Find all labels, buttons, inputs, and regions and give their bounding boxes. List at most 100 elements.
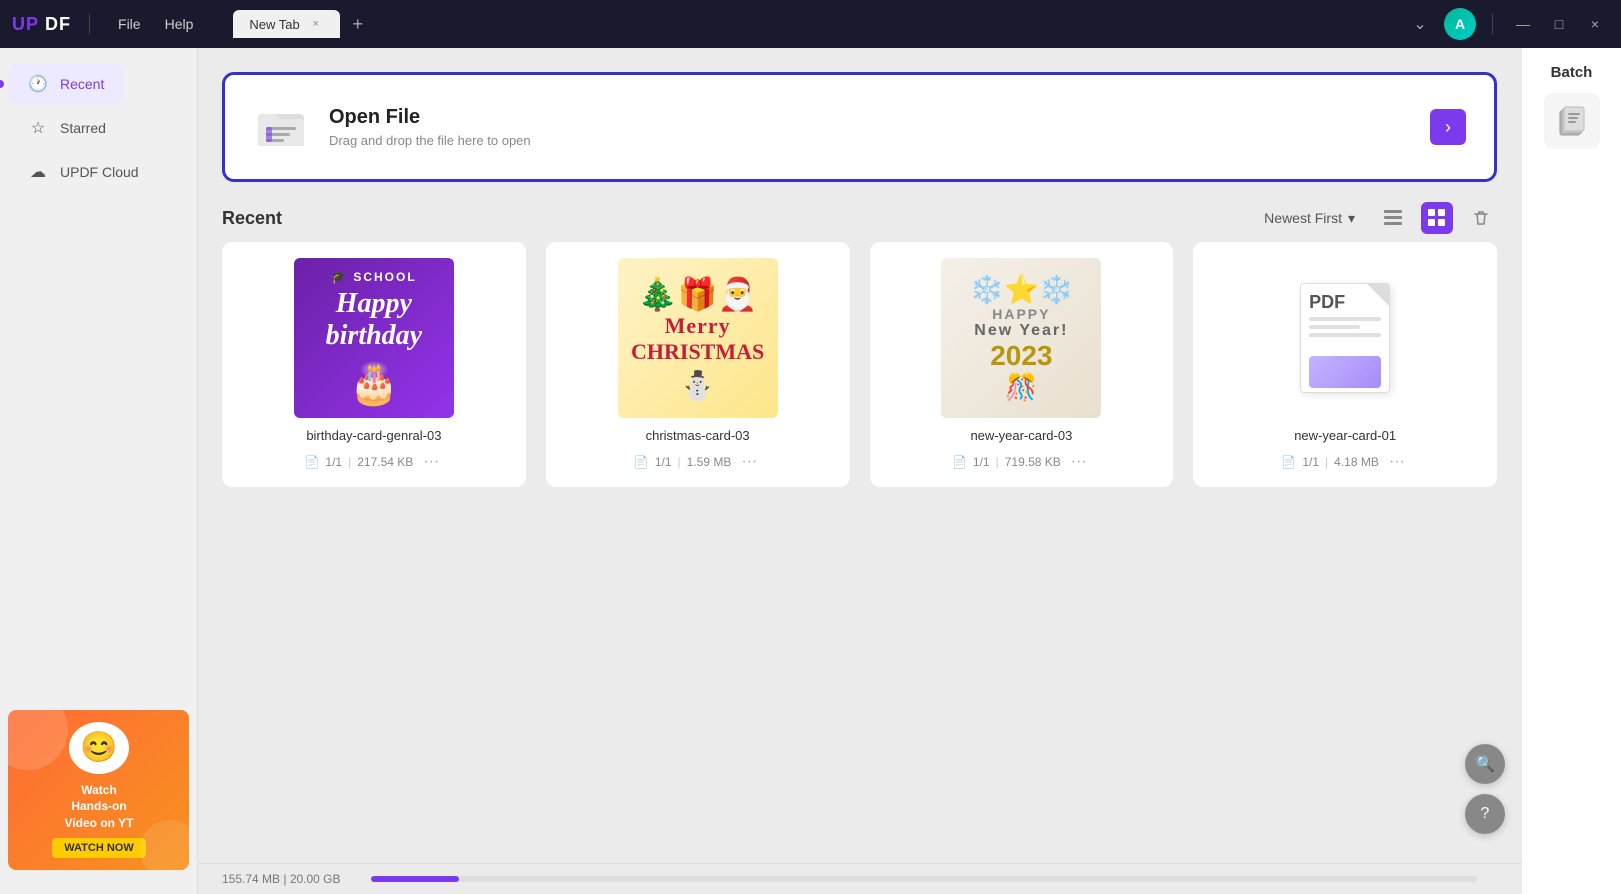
list-view-button[interactable] [1377,202,1409,234]
meta-divider: | [1325,455,1328,469]
file-more-birthday[interactable]: ··· [419,453,443,471]
ad-banner[interactable]: 😊 Watch Hands-on Video on YT WATCH NOW [8,710,189,870]
sidebar-item-recent[interactable]: 🕐 Recent [8,64,124,104]
tab-add-button[interactable]: + [344,10,372,38]
birthday-content: 🎓 SCHOOL Happy birthday 🎂 [294,270,454,407]
floating-buttons: 🔍 ? [1465,744,1505,834]
file-pages-birthday: 1/1 [325,455,342,469]
progress-fill [371,876,460,882]
storage-progress-bar [371,876,1477,882]
meta-divider: | [996,455,999,469]
grid-view-icon [1428,209,1446,227]
tab-close-button[interactable]: × [308,16,324,32]
titlebar-menu: File Help [108,12,203,36]
file-more-newyear01[interactable]: ··· [1385,453,1409,471]
year-number: 2023 [969,340,1074,372]
file-card[interactable]: PDF new-year-card-01 [1193,242,1497,487]
batch-icon-button[interactable] [1544,93,1600,149]
birthday-happy-text: Happy birthday [294,288,454,352]
file-size-christmas: 1.59 MB [687,455,732,469]
maximize-button[interactable]: □ [1545,10,1573,38]
ad-image: 😊 Watch Hands-on Video on YT WATCH NOW [8,710,189,870]
file-meta-christmas: 📄 1/1 | 1.59 MB ··· [562,453,834,471]
christmas-content: 🎄🎁🎅 Merry CHRISTMAS ⛄ [631,275,764,402]
delete-button[interactable] [1465,202,1497,234]
actions-divider [1492,14,1493,34]
logo-up: UP [12,14,39,35]
happy-text: HAPPY [969,306,1074,322]
pdf-thumb-img [1309,356,1381,388]
logo-pdf: DF [45,14,71,35]
pdf-page-icon: PDF [1300,283,1390,393]
sidebar-active-dot [0,80,4,88]
ad-circle-1 [8,710,68,770]
list-view-icon [1384,209,1402,227]
search-floating-button[interactable]: 🔍 [1465,744,1505,784]
file-more-christmas[interactable]: ··· [737,453,761,471]
file-pages-christmas: 1/1 [655,455,672,469]
sidebar-label-starred: Starred [60,120,106,136]
minimize-button[interactable]: — [1509,10,1537,38]
starred-icon: ☆ [28,118,48,138]
right-panel: Batch [1521,48,1621,894]
birthday-thumb: 🎓 SCHOOL Happy birthday 🎂 [294,258,454,418]
pdf-line [1309,317,1381,321]
file-svg-icon [256,102,306,152]
cloud-icon: ☁ [28,162,48,182]
file-name-birthday: birthday-card-genral-03 [306,428,441,443]
menu-item-file[interactable]: File [108,12,151,36]
close-button[interactable]: × [1581,10,1609,38]
ad-text: Watch Hands-on Video on YT [65,782,134,832]
file-meta-newyear03: 📄 1/1 | 719.58 KB ··· [886,453,1158,471]
content-main: Open File Drag and drop the file here to… [198,48,1521,863]
batch-svg-icon [1556,105,1588,137]
open-file-arrow-button[interactable]: › [1430,109,1466,145]
grid-view-button[interactable] [1421,202,1453,234]
help-floating-button[interactable]: ? [1465,794,1505,834]
file-card[interactable]: 🎓 SCHOOL Happy birthday 🎂 birthday-card-… [222,242,526,487]
file-thumbnail-newyear01: PDF [1265,258,1425,418]
batch-title: Batch [1551,64,1593,81]
file-card[interactable]: ❄️⭐❄️ HAPPY New Year! 2023 🎊 new-year-ca… [870,242,1174,487]
ad-line2: Hands-on [65,798,134,815]
file-thumbnail-birthday: 🎓 SCHOOL Happy birthday 🎂 [294,258,454,418]
menu-item-help[interactable]: Help [155,12,204,36]
tab-new[interactable]: New Tab × [233,10,339,38]
birthday-cake-emoji: 🎂 [294,360,454,407]
sort-dropdown[interactable]: Newest First ▾ [1254,204,1365,233]
recent-controls: Newest First ▾ [1254,202,1497,234]
pdf-line-short [1309,325,1359,329]
meta-divider: | [678,455,681,469]
christmas-ornaments: 🎄🎁🎅 [631,275,764,313]
file-card[interactable]: 🎄🎁🎅 Merry CHRISTMAS ⛄ christmas-card-03 … [546,242,850,487]
newyear-thumb: ❄️⭐❄️ HAPPY New Year! 2023 🎊 [941,258,1101,418]
content-wrapper: Open File Drag and drop the file here to… [198,48,1521,894]
sidebar-item-starred[interactable]: ☆ Starred [8,108,189,148]
file-size-birthday: 217.54 KB [357,455,413,469]
file-pages-newyear03: 1/1 [973,455,990,469]
ad-line1: Watch [65,782,134,799]
avatar[interactable]: A [1444,8,1476,40]
new-year-text: New Year! [969,322,1074,340]
recent-icon: 🕐 [28,74,48,94]
tab-bar: New Tab × + [233,10,1394,38]
file-name-newyear01: new-year-card-01 [1294,428,1396,443]
open-file-card[interactable]: Open File Drag and drop the file here to… [222,72,1497,182]
open-file-icon [253,99,309,155]
ad-watch-button[interactable]: WATCH NOW [52,838,145,858]
file-thumbnail-christmas: 🎄🎁🎅 Merry CHRISTMAS ⛄ [618,258,778,418]
app-logo: UP DF [12,14,71,35]
file-name-newyear03: new-year-card-03 [970,428,1072,443]
sidebar-recent-wrapper: 🕐 Recent [0,64,197,104]
file-name-christmas: christmas-card-03 [646,428,750,443]
sidebar-item-updf-cloud[interactable]: ☁ UPDF Cloud [8,152,189,192]
file-more-newyear03[interactable]: ··· [1067,453,1091,471]
help-floating-icon: ? [1481,805,1490,823]
file-meta-birthday: 📄 1/1 | 217.54 KB ··· [238,453,510,471]
titlebar-divider [89,14,90,34]
pdf-line [1309,333,1381,337]
file-icon-newyear03: 📄 [952,455,967,469]
dropdown-button[interactable]: ⌄ [1404,8,1436,40]
christmas-tree: ⛄ [631,369,764,402]
merry-text: Merry [631,313,764,339]
